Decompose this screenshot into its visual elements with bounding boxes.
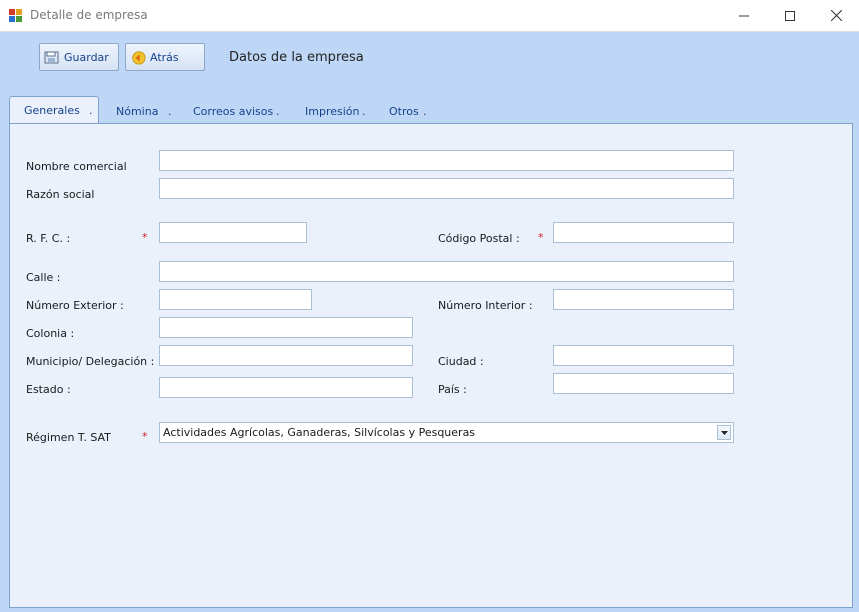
tab-label: Impresión [305,105,360,118]
tab-label: Correos avisos [193,105,274,118]
colonia-input[interactable] [159,317,413,338]
razon-social-input[interactable] [159,178,734,199]
codigo-postal-required-mark: * [538,231,544,244]
toolbar: Guardar Atrás [0,32,859,96]
colonia-label: Colonia : [26,327,75,340]
chevron-down-icon[interactable] [717,425,731,440]
bottom-border [0,608,859,612]
codigo-postal-label: Código Postal : [438,232,520,245]
page-title: Datos de la empresa [229,50,364,65]
close-button[interactable] [813,0,859,31]
maximize-button[interactable] [767,0,813,31]
title-bar: Detalle de empresa [0,0,859,32]
save-icon [44,49,60,65]
regimen-selected-value: Actividades Agrícolas, Ganaderas, Silvíc… [163,426,476,439]
calle-label: Calle : [26,271,61,284]
numero-exterior-input[interactable] [159,289,312,310]
tab-impresion[interactable]: Impresión . [305,100,371,124]
ciudad-label: Ciudad : [438,355,484,368]
save-button[interactable]: Guardar [39,43,119,71]
pais-input[interactable] [553,373,734,394]
tab-dot: . [423,105,427,118]
nombre-comercial-input[interactable] [159,150,734,171]
tab-otros[interactable]: Otros . [389,100,439,124]
rfc-required-mark: * [142,231,148,244]
tab-generales[interactable]: Generales . [9,96,99,124]
calle-input[interactable] [159,261,734,282]
municipio-label: Municipio/ Delegación : [26,355,155,368]
codigo-postal-input[interactable] [553,222,734,243]
nombre-comercial-label: Nombre comercial [26,160,127,173]
save-label: Guardar [64,50,109,64]
estado-input[interactable] [159,377,413,398]
back-button[interactable]: Atrás [125,43,205,71]
tab-dot: . [168,105,172,118]
rfc-label: R. F. C. : [26,232,71,245]
estado-label: Estado : [26,383,71,396]
tab-correos-avisos[interactable]: Correos avisos . [193,100,291,124]
back-arrow-icon [130,49,146,65]
back-label: Atrás [150,50,179,64]
tab-dot: . [276,105,280,118]
municipio-input[interactable] [159,345,413,366]
minimize-button[interactable] [721,0,767,31]
razon-social-label: Razón social [26,188,95,201]
tab-label: Nómina [116,105,159,118]
numero-exterior-label: Número Exterior : [26,299,124,312]
numero-interior-input[interactable] [553,289,734,310]
regimen-required-mark: * [142,430,148,443]
tab-label: Otros [389,105,419,118]
window-title: Detalle de empresa [30,8,148,22]
regimen-label: Régimen T. SAT [26,431,111,444]
tab-nomina[interactable]: Nómina . [116,100,184,124]
app-icon [9,9,22,22]
tab-dot: . [362,105,366,118]
regimen-select[interactable]: Actividades Agrícolas, Ganaderas, Silvíc… [159,422,734,443]
tab-dot: . [89,104,93,117]
rfc-input[interactable] [159,222,307,243]
tab-strip: Generales . Nómina . Correos avisos . Im… [9,96,854,124]
numero-interior-label: Número Interior : [438,299,533,312]
ciudad-input[interactable] [553,345,734,366]
pais-label: País : [438,383,467,396]
tab-label: Generales [24,104,80,117]
